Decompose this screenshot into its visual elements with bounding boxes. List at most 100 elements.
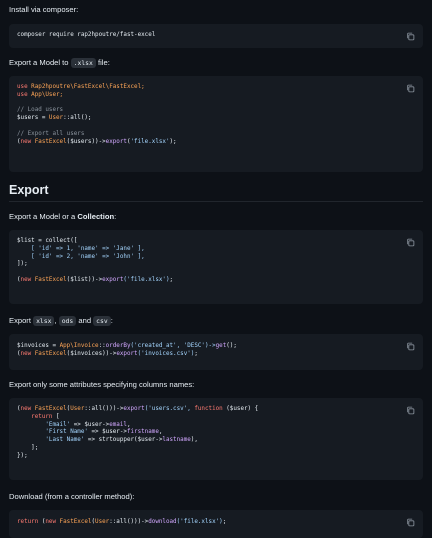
code-token: ::all(); (63, 115, 92, 122)
install-text: Install via composer: (9, 5, 78, 15)
code-token: export (123, 406, 145, 412)
code-token: => strtoupper($user-> (84, 437, 163, 444)
code-token: App\User; (27, 91, 64, 98)
copy-icon[interactable] (406, 518, 415, 527)
code-token: FastExcel (56, 519, 92, 525)
heading-export: Export (9, 183, 49, 197)
code-token: ('users.csv', (144, 406, 195, 412)
code-token: new (20, 138, 32, 145)
code-comment: // Load users (17, 107, 64, 114)
collection-word: Collection (77, 212, 115, 221)
code-token: ($invoices))-> (66, 350, 117, 357)
code-token: export (102, 276, 124, 283)
code-token: return (17, 519, 39, 525)
code-token: ; (169, 276, 174, 283)
code-token: [ (52, 413, 60, 420)
code-text: $invoices = App\Invoice::orderBy('create… (17, 334, 415, 359)
text-segment: and (78, 316, 92, 325)
inline-code-xlsx: xlsx (33, 316, 55, 326)
code-token: = collect([ (34, 238, 78, 244)
code-token: get (215, 343, 227, 349)
code-token: firstname (126, 429, 159, 436)
text-segment: Export (9, 316, 34, 325)
download-label: Download (from a controller method): (9, 492, 135, 501)
code-token: ; (194, 350, 198, 357)
code-token: function (194, 406, 223, 412)
code-token: lastname (162, 437, 191, 444)
code-token: 'Email' (17, 421, 71, 428)
code-token: ($list))-> (66, 276, 103, 283)
code-token: use (17, 84, 28, 90)
code-token: export (105, 138, 127, 145)
heading-divider (9, 201, 423, 202)
install-label: Install via composer: (9, 5, 79, 14)
code-token: new (45, 519, 57, 525)
code-comment: // Export all users (17, 130, 85, 137)
text-segment: : (110, 316, 113, 325)
code-token: FastExcel (31, 350, 67, 357)
code-token: ); (169, 138, 177, 145)
code-token: 'file.xlsx' (130, 138, 170, 145)
code-block-columns: (new FastExcel(User::all()))->export('us… (9, 398, 423, 480)
code-token: FastExcel (31, 138, 67, 145)
code-token: User (48, 115, 64, 122)
code-token: ($user) { (222, 406, 259, 412)
code-token: orderBy (105, 343, 131, 349)
export-formats-text: Export xlsx, ods and csv: (9, 316, 113, 326)
code-block-export-model: use Rap2hpoutre\FastExcel\FastExcel; use… (9, 76, 423, 172)
code-token: ; (222, 519, 227, 525)
code-token: :: (98, 343, 106, 349)
export-some-label: Export only some attributes specifying c… (9, 380, 195, 389)
code-token: ($users))-> (66, 138, 106, 145)
inline-code-csv: csv (93, 316, 111, 326)
code-token: ::all()))-> (84, 406, 124, 412)
code-line: [ 'id' => 1, 'name' => 'Jane' ], (17, 245, 145, 252)
code-token: = (38, 115, 49, 122)
code-token: => $user-> (70, 421, 110, 428)
code-token: , (158, 429, 163, 436)
text-segment: Export a Model or a (9, 212, 78, 221)
code-token: ('created_at', 'DESC')-> (130, 343, 216, 349)
code-token: App\Invoice (59, 343, 99, 349)
copy-icon[interactable] (406, 342, 415, 351)
copy-icon[interactable] (406, 32, 415, 41)
code-block-collection: $list = collect([ [ 'id' => 1, 'name' =>… (9, 230, 423, 304)
export-some-text: Export only some attributes specifying c… (9, 380, 194, 390)
code-token: Rap2hpoutre\FastExcel\FastExcel; (27, 84, 145, 90)
code-line: }); (17, 452, 28, 459)
code-block-composer: composer require rap2hpoutre/fast-excel (9, 24, 423, 48)
code-token: return (17, 413, 53, 420)
code-token: download (148, 519, 177, 525)
inline-code-xlsx: .xlsx (70, 58, 96, 68)
code-token: use (17, 91, 28, 98)
code-token: User (95, 519, 110, 525)
code-block-download: return (new FastExcel(User::all()))->dow… (9, 510, 423, 538)
export-model-text: Export a Model to .xlsx file: (9, 58, 110, 68)
copy-icon[interactable] (406, 238, 415, 247)
code-line: ]); (17, 261, 28, 268)
code-token: $users (17, 115, 39, 122)
code-block-formats: $invoices = App\Invoice::orderBy('create… (9, 334, 423, 370)
code-token: new (20, 350, 32, 357)
code-token: ::all()))-> (109, 519, 149, 525)
code-token: FastExcel (31, 406, 67, 412)
code-token: $invoices (17, 343, 49, 349)
code-token: ), (190, 437, 198, 444)
copy-icon[interactable] (406, 84, 415, 93)
text-segment: , (54, 316, 57, 325)
code-token: => $user-> (87, 429, 127, 436)
code-token: ('invoices.csv') (137, 350, 195, 357)
code-text: (new FastExcel(User::all()))->export('us… (17, 398, 415, 461)
code-token: 'First Name' (17, 429, 88, 436)
code-token: FastExcel (31, 276, 67, 283)
export-collection-text: Export a Model or a Collection: (9, 212, 116, 222)
code-line: ]; (17, 444, 39, 451)
code-token: new (20, 276, 32, 283)
code-token: new (20, 406, 32, 412)
code-text: return (new FastExcel(User::all()))->dow… (17, 510, 415, 527)
code-token: (); (226, 343, 237, 349)
copy-icon[interactable] (406, 406, 415, 415)
code-token: email (109, 421, 127, 428)
code-token: $list (17, 238, 35, 244)
code-line: composer require rap2hpoutre/fast-excel (17, 32, 156, 38)
